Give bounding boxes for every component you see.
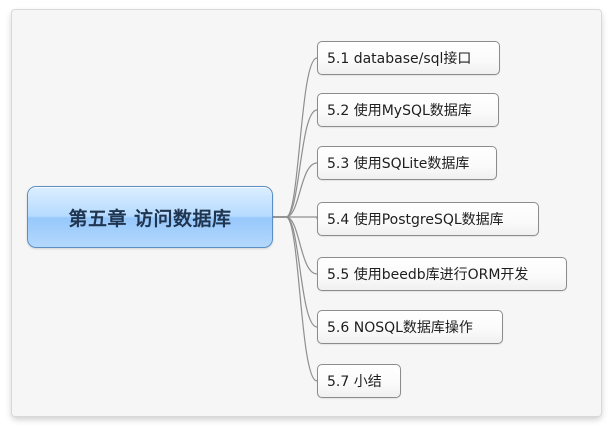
topic-label: 5.1 database/sql接口: [327, 51, 472, 67]
topic-5-5-beedb-orm[interactable]: 5.5 使用beedb库进行ORM开发: [317, 257, 567, 291]
topic-label: 5.6 NOSQL数据库操作: [327, 320, 473, 336]
topic-label: 5.3 使用SQLite数据库: [327, 156, 470, 172]
topic-5-3-sqlite[interactable]: 5.3 使用SQLite数据库: [317, 146, 497, 180]
topic-label: 5.7 小结: [327, 374, 382, 390]
topic-label: 5.4 使用PostgreSQL数据库: [327, 212, 504, 228]
root-topic-label: 第五章 访问数据库: [68, 207, 232, 230]
topic-5-2-mysql[interactable]: 5.2 使用MySQL数据库: [317, 93, 499, 127]
topic-5-4-postgresql[interactable]: 5.4 使用PostgreSQL数据库: [317, 202, 539, 236]
topic-5-7-summary[interactable]: 5.7 小结: [317, 364, 401, 398]
topic-5-6-nosql[interactable]: 5.6 NOSQL数据库操作: [317, 310, 503, 344]
topic-label: 5.2 使用MySQL数据库: [327, 103, 472, 119]
topic-label: 5.5 使用beedb库进行ORM开发: [327, 267, 529, 283]
mindmap-window: 第五章 访问数据库 5.1 database/sql接口 5.2 使用MySQL…: [0, 0, 614, 429]
topic-5-1-database-sql[interactable]: 5.1 database/sql接口: [317, 41, 500, 75]
root-topic-chapter-5[interactable]: 第五章 访问数据库: [27, 186, 273, 248]
